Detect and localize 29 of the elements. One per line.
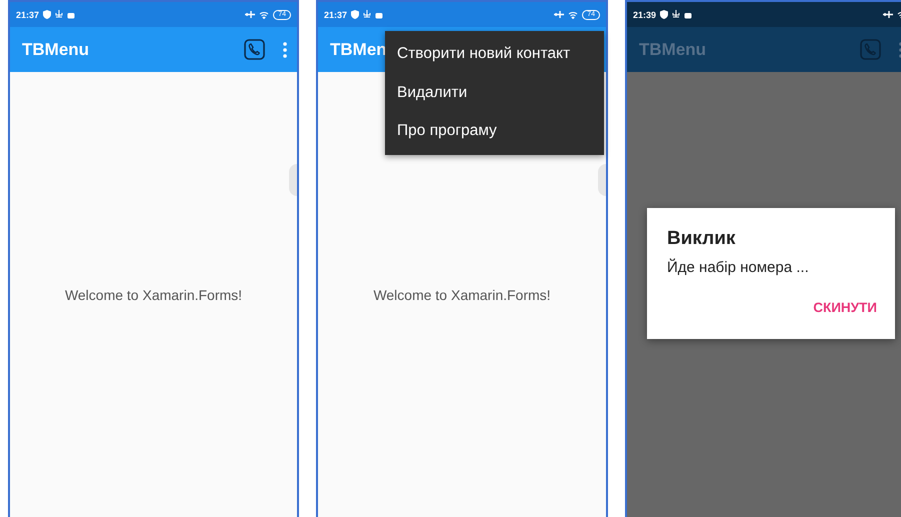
status-time: 21:37 [16, 10, 40, 20]
shield-icon [351, 10, 360, 19]
shield-icon [660, 10, 668, 19]
usb-icon [55, 10, 64, 19]
usb-icon [363, 10, 372, 19]
status-time: 21:39 [633, 10, 656, 20]
menu-item[interactable]: Про програму [385, 112, 604, 150]
shield-icon [43, 10, 52, 19]
dialog-title: Виклик [667, 228, 736, 250]
airplane-icon [245, 10, 256, 19]
hang-up-button[interactable]: СКИНУТИ [813, 300, 877, 315]
wifi-icon [568, 10, 578, 18]
app-title: TBMen [330, 40, 387, 60]
dialog-message: Йде набір номера ... [667, 259, 810, 276]
status-time: 21:37 [324, 10, 348, 20]
usb-icon [672, 10, 680, 19]
welcome-text: Welcome to Xamarin.Forms! [64, 287, 242, 303]
app-title: TBMenu [22, 40, 90, 60]
app-title: TBMenu [639, 40, 706, 60]
menu-item[interactable]: Видалити [385, 74, 604, 112]
wifi-icon [259, 10, 270, 18]
phone-icon[interactable] [244, 39, 265, 60]
drawer-handle[interactable] [598, 164, 606, 196]
airplane-icon [554, 10, 564, 19]
airplane-icon [883, 10, 893, 19]
menu-item[interactable]: Створити новий контакт [385, 35, 604, 74]
drawer-handle[interactable] [289, 164, 297, 196]
more-options-icon[interactable] [283, 42, 287, 58]
welcome-text: Welcome to Xamarin.Forms! [373, 287, 551, 303]
